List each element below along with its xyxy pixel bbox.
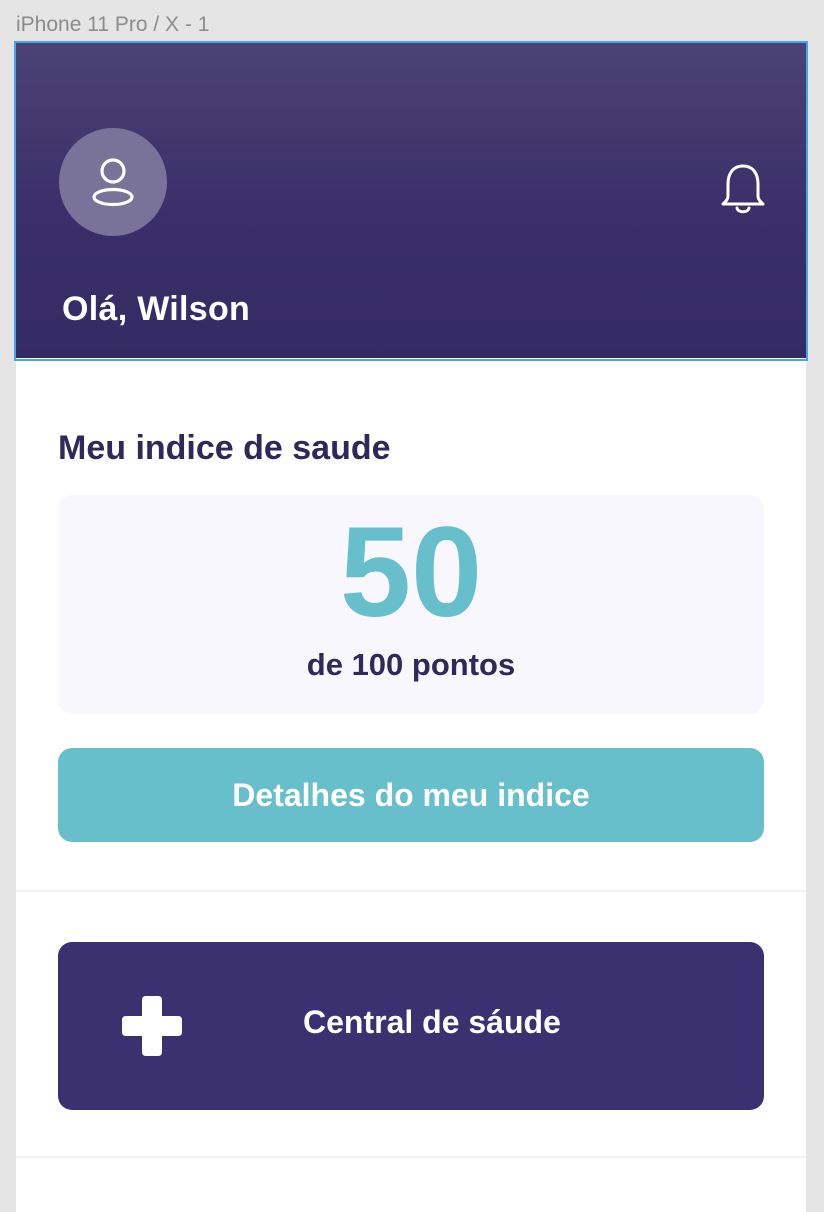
header: Olá, Wilson [16, 42, 806, 358]
divider [16, 1156, 806, 1158]
health-score-caption: de 100 pontos [306, 647, 516, 682]
plus-cross-icon [122, 996, 182, 1056]
divider [16, 890, 806, 892]
greeting-text: Olá, Wilson [62, 290, 251, 328]
health-central-button[interactable]: Central de sáude [58, 942, 764, 1110]
phone-screen: Olá, Wilson Meu indice de saude 50 de 10… [16, 42, 806, 1212]
notification-button[interactable] [718, 162, 768, 218]
index-details-button[interactable]: Detalhes do meu indice [58, 748, 764, 842]
health-central-label: Central de sáude [303, 1004, 561, 1040]
health-score-value: 50 [339, 501, 483, 644]
health-index-title: Meu indice de saude [58, 429, 391, 467]
health-score-card: 50 de 100 pontos [58, 495, 764, 714]
user-icon [92, 158, 134, 207]
bell-icon [721, 164, 765, 214]
avatar[interactable] [59, 128, 167, 236]
frame-label: iPhone 11 Pro / X - 1 [16, 13, 210, 36]
